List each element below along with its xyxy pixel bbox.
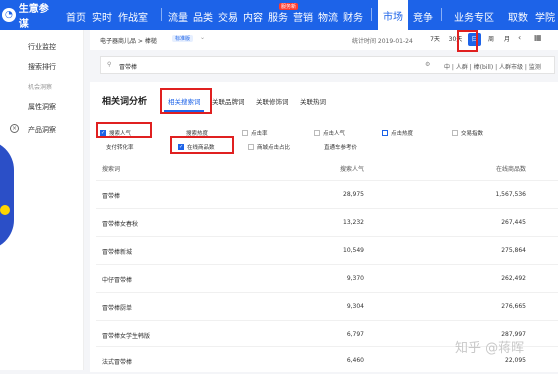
logo-icon: ◔ xyxy=(2,8,16,22)
chevron-left-icon[interactable]: ‹ xyxy=(518,33,521,42)
cell-popularity: 6,797 xyxy=(346,331,364,338)
sidebar-item-opportunity[interactable]: 机会洞察 xyxy=(28,82,52,91)
filter-click-popularity[interactable]: 点击人气 xyxy=(314,129,345,137)
nav-competition[interactable]: 竞争 xyxy=(413,9,433,24)
nav-market[interactable]: 市场 xyxy=(378,0,408,30)
search-icon: ⚲ xyxy=(107,61,112,68)
cell-goods: 276,665 xyxy=(501,303,526,310)
highlight-box-filter-1 xyxy=(96,122,152,138)
floating-widget[interactable] xyxy=(0,140,14,250)
cell-goods: 275,864 xyxy=(501,247,526,254)
filter-ctr[interactable]: 点击率 xyxy=(242,129,268,137)
stat-time: 统计时间 2019-01-24 xyxy=(352,38,413,45)
filter-conversion[interactable]: 支付转化率 xyxy=(106,143,134,151)
nav-logistics[interactable]: 物流 xyxy=(318,9,338,24)
card-title: 相关词分析 xyxy=(102,97,148,107)
nav-data-fetch[interactable]: 取数 xyxy=(508,9,528,24)
cell-popularity: 9,304 xyxy=(346,303,364,310)
edition-tag: 标准版 xyxy=(172,35,194,42)
nav-academy[interactable]: 学院 xyxy=(535,9,555,24)
nav-business-zone[interactable]: 业务专区 xyxy=(454,9,494,24)
cell-popularity: 28,975 xyxy=(343,191,364,198)
nav-service[interactable]: 服务 xyxy=(268,9,288,24)
gear-icon[interactable]: ⚙ xyxy=(425,61,430,68)
sidebar: 行业监控 搜索排行 机会洞察 属性洞察 × 产品洞察 xyxy=(0,30,84,370)
nav-category[interactable]: 品类 xyxy=(193,9,213,24)
highlight-box-filter-2 xyxy=(170,136,234,154)
cell-popularity: 6,460 xyxy=(346,357,364,364)
breadcrumb[interactable]: 电子器商儿品 > 棒槌 xyxy=(100,36,157,45)
sidebar-item-industry-monitor[interactable]: 行业监控 xyxy=(28,42,56,52)
nav-war-room[interactable]: 作战室 xyxy=(118,9,148,24)
col-online-goods[interactable]: 在线商品数 xyxy=(476,164,526,173)
top-nav-bar: ◔ 生意参谋 首页 实时 作战室 流量 品类 交易 内容 服务 服务新 营销 物… xyxy=(0,0,558,30)
period-week[interactable]: 周 xyxy=(486,34,496,45)
cell-goods: 267,445 xyxy=(501,219,526,226)
table-row[interactable]: 冒带棒 28,975 1,567,536 xyxy=(96,180,558,208)
search-input[interactable]: 冒带棒 xyxy=(119,62,137,71)
tab-brand[interactable]: 关联品牌词 xyxy=(212,96,245,106)
table-row[interactable]: 中仔冒带棒 9,370 262,492 xyxy=(96,264,558,292)
main-content: 电子器商儿品 > 棒槌 标准版 ⌄ 统计时间 2019-01-24 7天 30天… xyxy=(84,30,558,372)
cell-goods: 1,567,536 xyxy=(495,191,526,198)
nav-finance[interactable]: 财务 xyxy=(343,9,363,24)
crumb-bar: 电子器商儿品 > 棒槌 标准版 ⌄ 统计时间 2019-01-24 7天 30天… xyxy=(90,30,558,50)
calendar-icon[interactable]: ▦ xyxy=(534,33,542,42)
cell-popularity: 10,549 xyxy=(343,247,364,254)
table-row[interactable]: 冒带棒厨单 9,304 276,665 xyxy=(96,292,558,320)
period-month[interactable]: 月 xyxy=(502,34,512,45)
nav-home[interactable]: 首页 xyxy=(66,9,86,24)
sidebar-item-search-rank[interactable]: 搜索排行 xyxy=(28,62,56,72)
cell-keyword: 冒带棒女春秋 xyxy=(102,221,139,228)
cell-goods: 22,095 xyxy=(505,357,526,364)
highlight-box-tab xyxy=(160,88,212,114)
nav-marketing[interactable]: 营销 xyxy=(293,9,313,24)
brand-name: 生意参谋 xyxy=(18,4,49,30)
cell-keyword: 冒带棒女学生韩版 xyxy=(102,333,151,340)
search-tools[interactable]: 中 | 人群 | 棒(bill) | 人群市级 | 监测 xyxy=(444,62,541,71)
cell-keyword: 冒带棒 xyxy=(102,193,121,200)
cell-goods: 262,492 xyxy=(501,275,526,282)
tab-hot[interactable]: 关联热词 xyxy=(300,96,326,106)
filter-click-heat[interactable]: 点击热度 xyxy=(382,129,413,137)
table-row[interactable]: 冒带棒新城 10,549 275,864 xyxy=(96,236,558,264)
cell-keyword: 法式冒带棒 xyxy=(102,359,133,366)
table-row[interactable]: 冒带棒女春秋 13,232 267,445 xyxy=(96,208,558,236)
nav-realtime[interactable]: 实时 xyxy=(92,9,112,24)
watermark: 知乎 @蒋晖 xyxy=(455,341,525,356)
period-7d[interactable]: 7天 xyxy=(428,34,442,45)
tab-modifier[interactable]: 关联修饰词 xyxy=(256,96,289,106)
col-keyword[interactable]: 搜索词 xyxy=(102,164,120,173)
nav-content[interactable]: 内容 xyxy=(243,9,263,24)
brand-logo[interactable]: ◔ 生意参谋 xyxy=(0,0,58,30)
filter-ztc-price[interactable]: 直通车参考价 xyxy=(324,143,357,151)
cell-popularity: 9,370 xyxy=(346,275,364,282)
sidebar-item-attribute-insight[interactable]: 属性洞察 xyxy=(28,102,56,112)
highlight-box-day xyxy=(457,30,478,52)
col-search-popularity[interactable]: 搜索人气 xyxy=(328,164,364,173)
cell-popularity: 13,232 xyxy=(343,219,364,226)
nav-trade[interactable]: 交易 xyxy=(218,9,238,24)
search-bar: ⚲ 冒带棒 ⚙ 中 | 人群 | 棒(bill) | 人群市级 | 监测 xyxy=(100,56,555,74)
cell-keyword: 冒带棒新城 xyxy=(102,249,133,256)
cell-keyword: 冒带棒厨单 xyxy=(102,305,133,312)
nav-traffic[interactable]: 流量 xyxy=(168,9,188,24)
nav-divider xyxy=(161,8,162,21)
related-words-card: 相关词分析 相关搜索词 关联品牌词 关联修饰词 关联热词 ✓ 搜索人气 搜索热度 … xyxy=(90,82,558,372)
close-icon[interactable]: × xyxy=(10,124,19,133)
filter-mall-click-ratio[interactable]: 商城点击占比 xyxy=(248,143,290,151)
table-header: 搜索词 搜索人气 在线商品数 xyxy=(96,164,558,177)
sidebar-item-product-insight[interactable]: 产品洞察 xyxy=(28,125,56,135)
floating-widget-dot xyxy=(0,205,10,215)
chevron-down-icon[interactable]: ⌄ xyxy=(200,34,205,41)
nav-divider xyxy=(371,8,372,21)
nav-divider xyxy=(441,8,442,21)
cell-keyword: 中仔冒带棒 xyxy=(102,277,133,284)
filter-trade-index[interactable]: 交易指数 xyxy=(452,129,483,137)
